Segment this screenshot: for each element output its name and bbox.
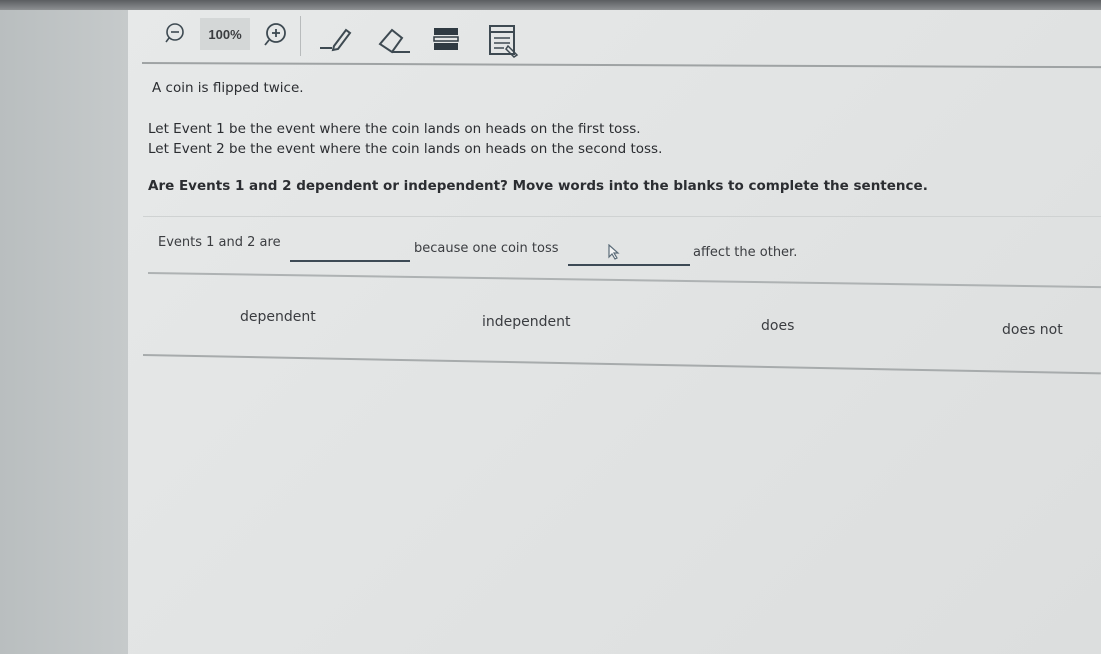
zoom-out-icon[interactable] bbox=[164, 22, 186, 44]
line-reader-icon[interactable] bbox=[428, 24, 464, 54]
question-intro: A coin is flipped twice. bbox=[152, 80, 304, 96]
blank-2-drop-zone[interactable] bbox=[568, 246, 690, 266]
word-tile-does[interactable]: does bbox=[757, 316, 798, 336]
left-margin bbox=[0, 10, 128, 654]
pen-icon[interactable] bbox=[316, 24, 360, 54]
eraser-icon[interactable] bbox=[372, 24, 416, 58]
zoom-in-icon[interactable] bbox=[262, 22, 288, 48]
word-tile-independent[interactable]: independent bbox=[478, 312, 575, 332]
sentence-part-2: because one coin toss bbox=[414, 241, 559, 256]
event-2-definition: Let Event 2 be the event where the coin … bbox=[148, 141, 663, 157]
sentence-part-1: Events 1 and 2 are bbox=[158, 235, 281, 250]
question-prompt: Are Events 1 and 2 dependent or independ… bbox=[148, 178, 928, 194]
word-tile-dependent[interactable]: dependent bbox=[236, 307, 320, 327]
sentence-part-3: affect the other. bbox=[693, 245, 798, 260]
mouse-pointer-icon bbox=[607, 243, 621, 260]
zoom-level: 100% bbox=[200, 18, 250, 50]
word-tile-does-not[interactable]: does not bbox=[998, 320, 1067, 340]
blank-1-drop-zone[interactable] bbox=[290, 242, 410, 262]
toolbar: 100% bbox=[128, 10, 1101, 68]
notepad-icon[interactable] bbox=[484, 22, 522, 62]
toolbar-divider bbox=[300, 16, 301, 56]
screen-bezel bbox=[0, 0, 1101, 10]
event-1-definition: Let Event 1 be the event where the coin … bbox=[148, 121, 641, 137]
